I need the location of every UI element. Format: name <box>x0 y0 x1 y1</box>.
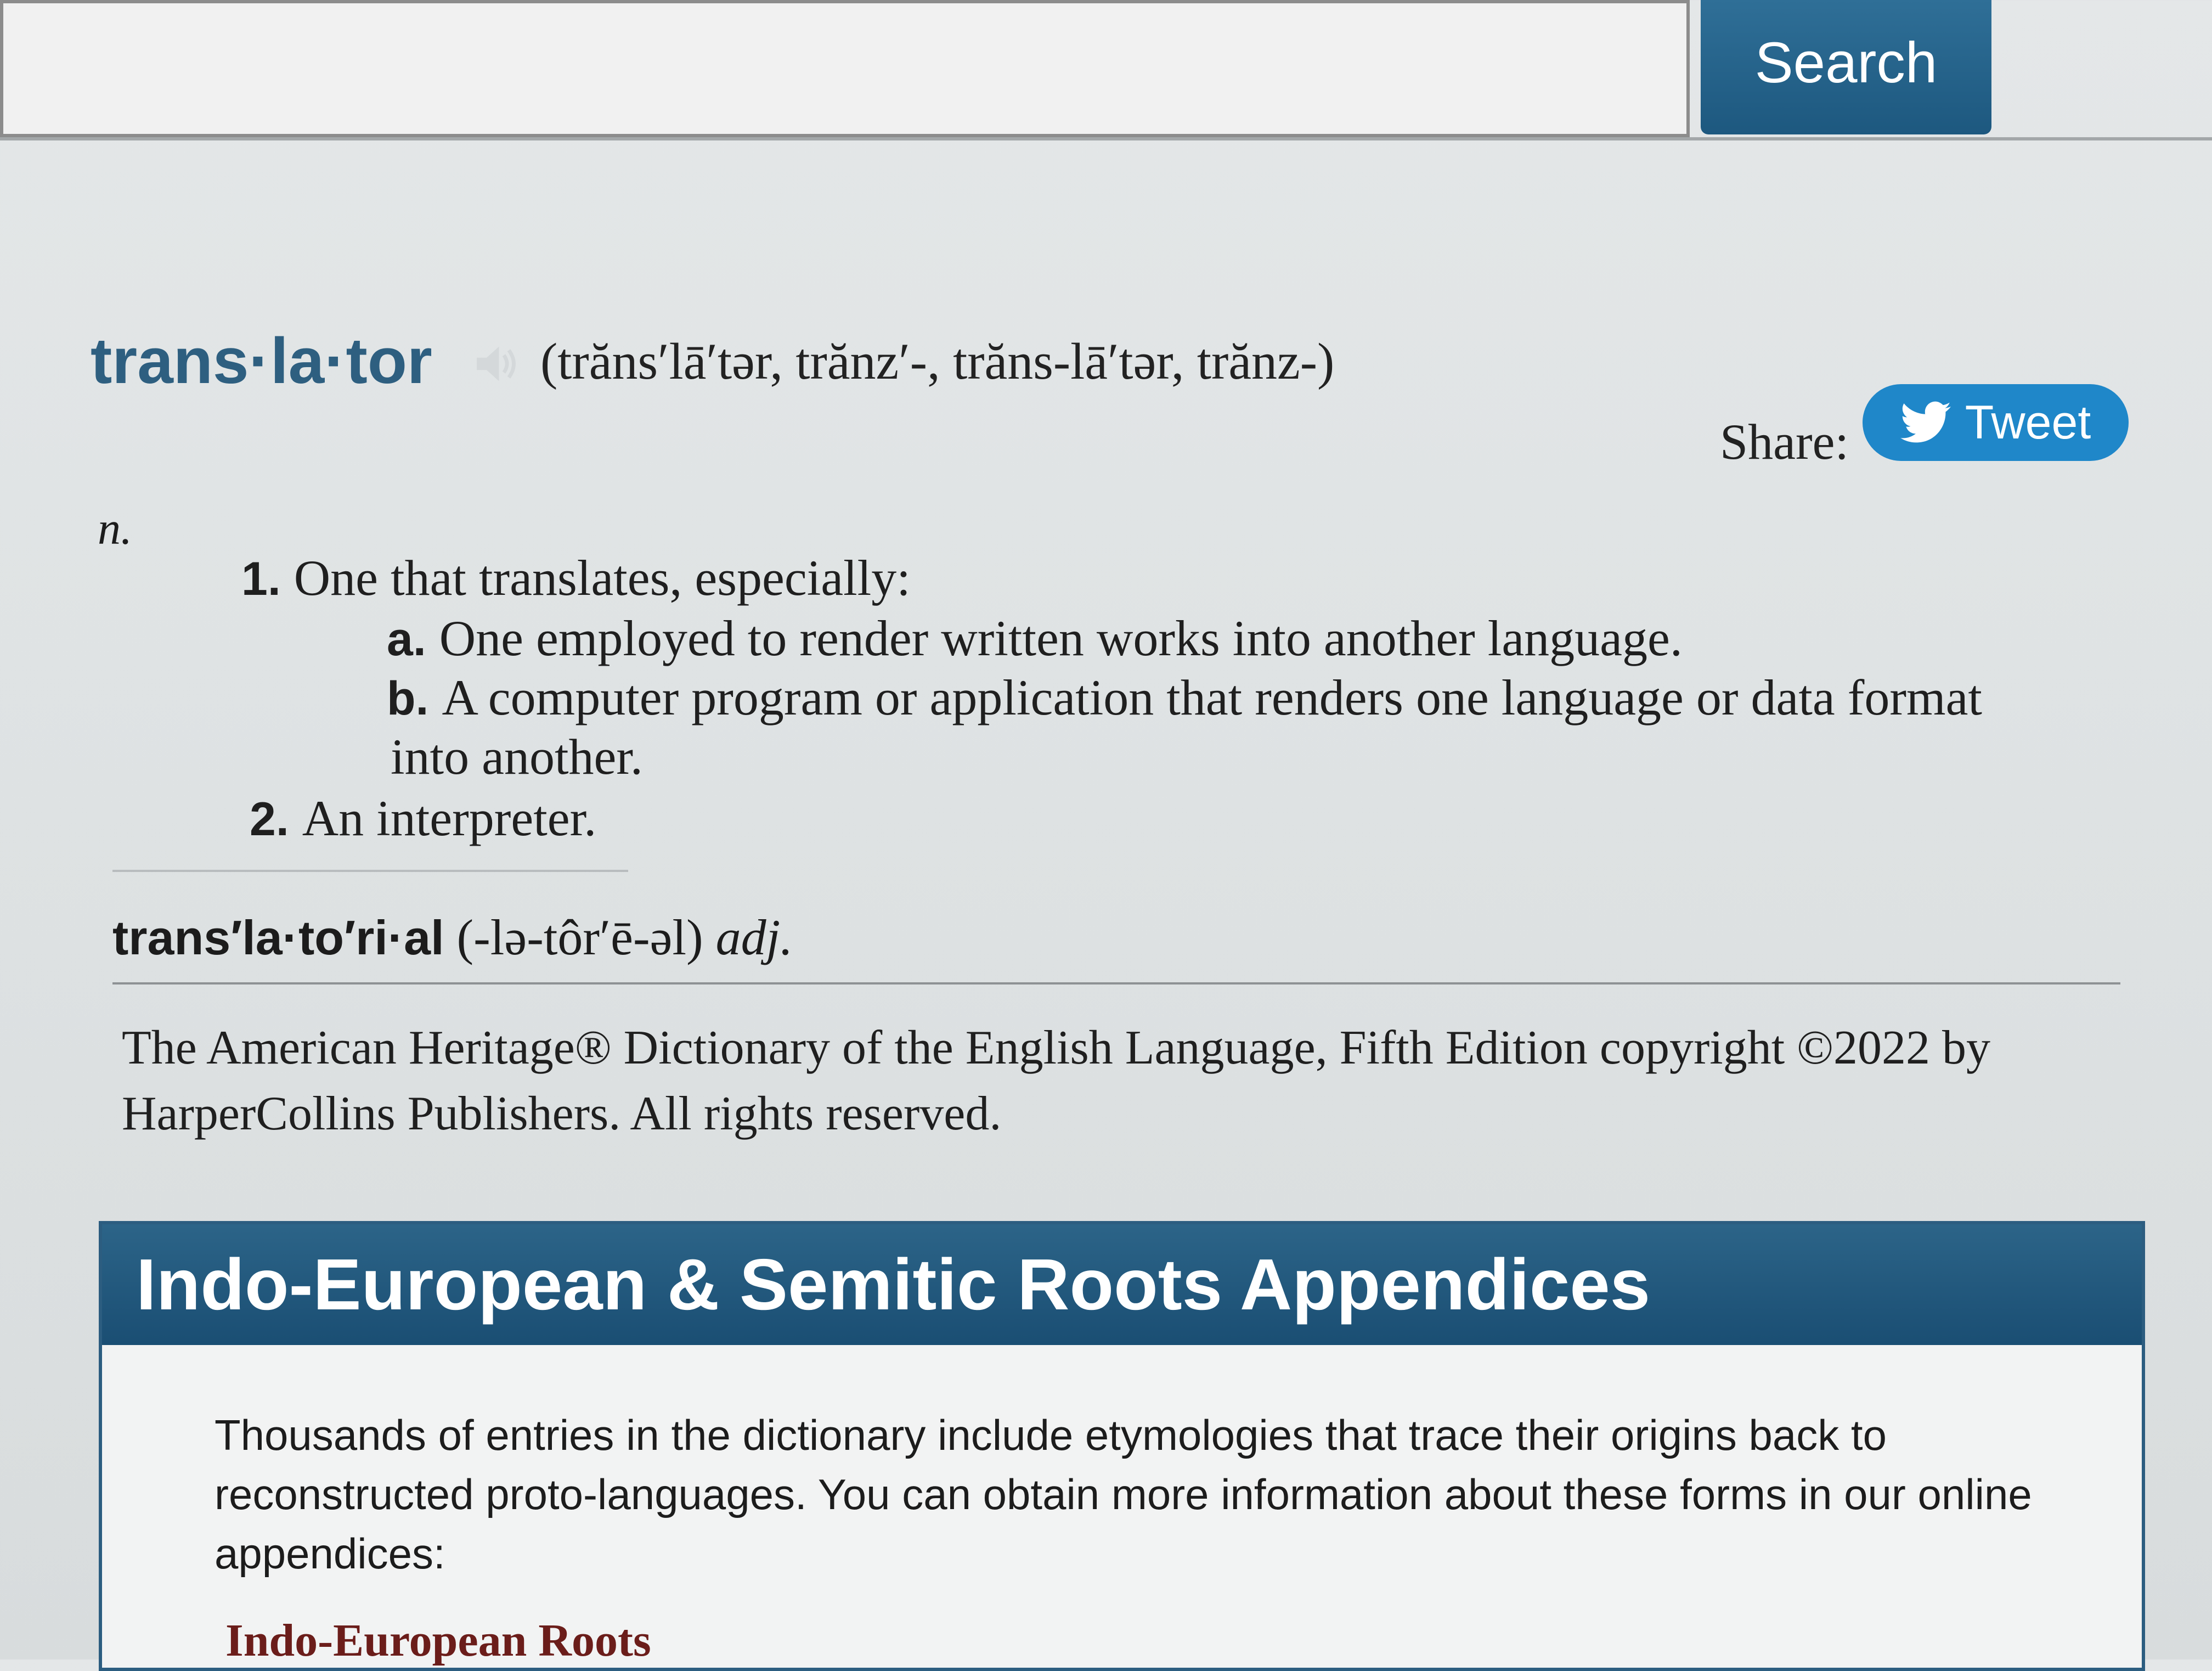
headword: trans·la·tor <box>91 325 432 397</box>
sense-1: 1. One that translates, especially: <box>241 549 911 607</box>
sense-1b-continued: into another. <box>391 728 643 786</box>
indo-european-roots-link[interactable]: Indo-European Roots <box>225 1614 651 1667</box>
share-label: Share: <box>1720 414 1849 470</box>
header-divider <box>0 137 2212 140</box>
twitter-bird-icon <box>1900 401 1951 443</box>
sense-text: into another. <box>391 729 643 785</box>
derived-form: trans′la·to′ri·al (-lə-tôr′ē-əl) adj. <box>112 908 793 966</box>
sense-1a: a. One employed to render written works i… <box>387 609 1683 667</box>
sense-text: One that translates, especially: <box>294 550 911 606</box>
sense-number: 1. <box>241 553 281 605</box>
sense-number: a. <box>387 613 426 666</box>
derived-word: trans′la·to′ri·al <box>112 910 444 965</box>
divider <box>112 870 628 872</box>
sense-number: b. <box>387 672 429 725</box>
part-of-speech: n. <box>98 503 132 554</box>
sense-text: A computer program or application that r… <box>442 669 1982 725</box>
speaker-icon[interactable] <box>472 339 521 389</box>
sense-text: One employed to render written works int… <box>439 610 1683 666</box>
divider <box>112 982 2120 984</box>
roots-appendices-description: Thousands of entries in the dictionary i… <box>215 1411 2032 1578</box>
roots-appendices-panel: Indo-European & Semitic Roots Appendices… <box>99 1221 2145 1671</box>
sense-number: 2. <box>250 793 289 846</box>
search-input[interactable] <box>0 0 1690 137</box>
derived-pronunciation: (-lə-tôr′ē-əl) <box>456 909 703 965</box>
sense-text: An interpreter. <box>302 790 597 846</box>
tweet-label: Tweet <box>1965 396 2091 449</box>
tweet-button[interactable]: Tweet <box>1863 384 2129 461</box>
sense-1b: b. A computer program or application that… <box>387 668 1982 727</box>
search-button[interactable]: Search <box>1701 0 1991 134</box>
copyright-notice: The American Heritage® Dictionary of the… <box>122 1021 1991 1140</box>
derived-pos: adj. <box>715 909 793 965</box>
sense-2: 2. An interpreter. <box>250 789 596 847</box>
pronunciation: (trăns′lā′tər, trănz′-, trăns-lā′tər, tr… <box>540 333 1335 390</box>
roots-appendices-title: Indo-European & Semitic Roots Appendices <box>102 1224 2142 1345</box>
